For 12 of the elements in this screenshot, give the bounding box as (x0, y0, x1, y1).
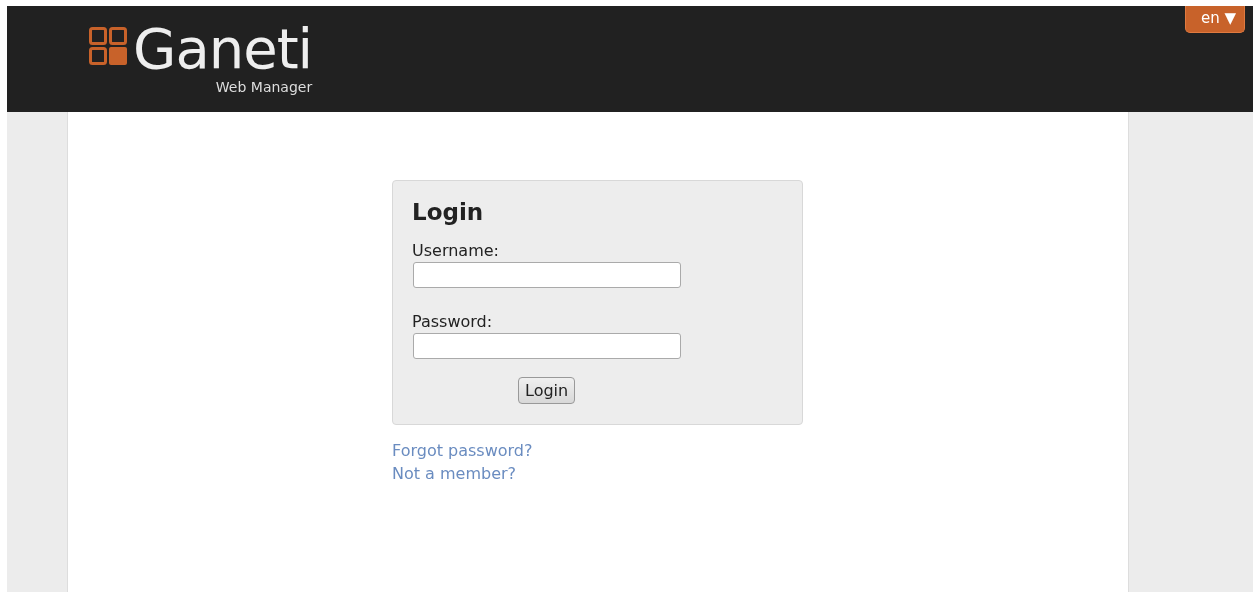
username-field[interactable] (413, 262, 681, 288)
squares-logo-icon (89, 27, 127, 65)
logo-wordmark: Ganeti (133, 20, 313, 78)
text-link[interactable]: Forgot password? (392, 439, 533, 462)
field-label: Password: (412, 312, 493, 331)
login-button[interactable]: Login (518, 377, 576, 404)
login-title: Login (412, 199, 484, 225)
text-link[interactable]: Not a member? (392, 462, 517, 485)
password-field[interactable] (413, 333, 681, 359)
language-button[interactable]: en ▼ (1184, 6, 1245, 33)
logo-subtitle: Web Manager (215, 78, 313, 96)
field-label: Username: (412, 241, 499, 260)
